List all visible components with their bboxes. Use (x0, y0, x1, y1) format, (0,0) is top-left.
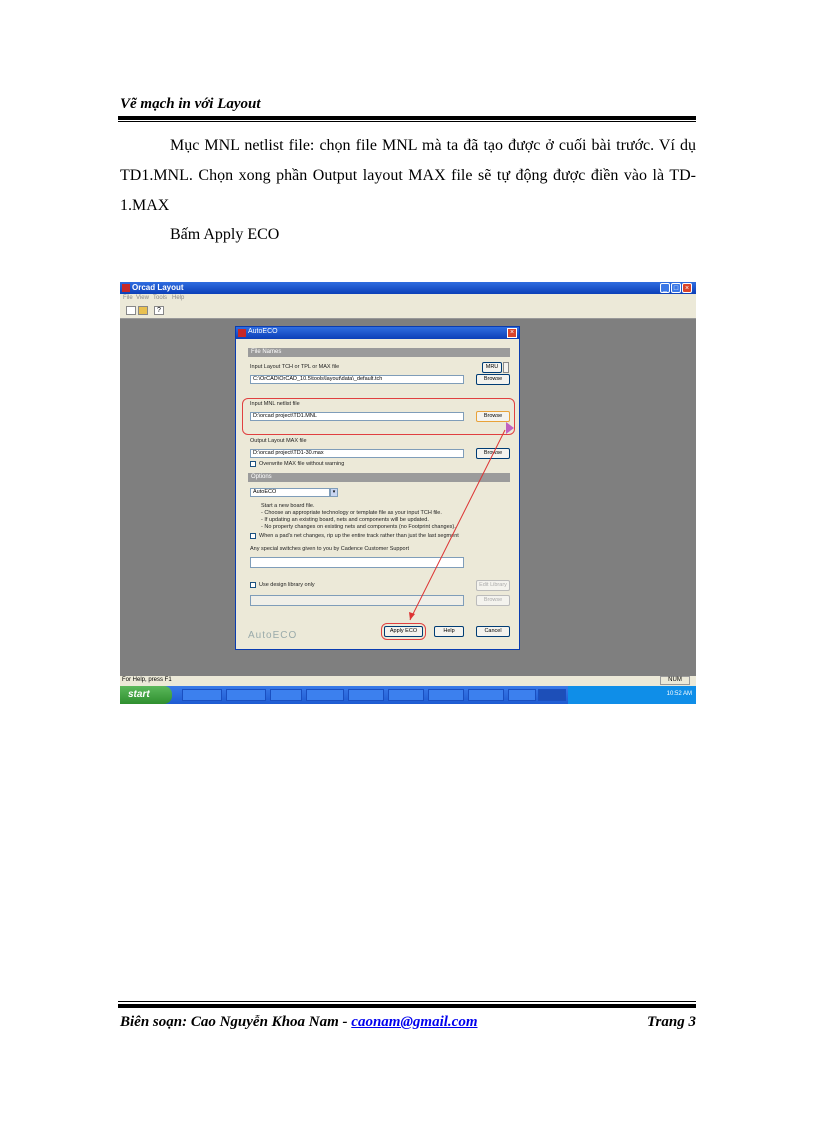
start-button[interactable]: start (120, 686, 172, 704)
page-number: Trang 3 (646, 1014, 696, 1030)
taskbar-item-7[interactable] (468, 689, 504, 701)
arrow-annotation (409, 422, 514, 621)
arrow-line (409, 429, 506, 621)
paragraph-apply-eco: Bấm Apply ECO (170, 226, 280, 243)
author-text: Biên soạn: Cao Nguyễn Khoa Nam - (120, 1014, 352, 1030)
taskbar-item-active[interactable] (538, 689, 566, 701)
taskbar-item-2[interactable] (270, 689, 302, 701)
taskbar-item-1[interactable] (226, 689, 266, 701)
system-tray: 10:52 AM (568, 686, 696, 704)
status-num: NUM (660, 676, 690, 685)
header-rule-thin (118, 121, 696, 122)
author-email-link[interactable]: caonam@gmail.com (351, 1014, 477, 1030)
status-text: For Help, press F1 (122, 677, 172, 683)
taskbar-item-8[interactable] (508, 689, 536, 701)
arrow-head-icon (409, 612, 415, 620)
quick-launch[interactable] (182, 689, 222, 701)
taskbar-item-6[interactable] (428, 689, 464, 701)
footer-author: Biên soạn: Cao Nguyễn Khoa Nam - caonam@… (120, 1014, 478, 1031)
taskbar: start 10:52 AM (120, 686, 696, 704)
cursor-pointer-icon (506, 422, 514, 434)
header-rule (118, 116, 696, 120)
footer-rule-thin (118, 1001, 696, 1002)
taskbar-item-3[interactable] (306, 689, 344, 701)
header-title: Vẽ mạch in với Layout (120, 96, 261, 112)
paragraph-mnl-instructions: Mục MNL netlist file: chọn file MNL mà t… (120, 137, 696, 214)
status-bar: For Help, press F1 NUM (120, 676, 696, 686)
footer-rule (118, 1004, 696, 1008)
clock: 10:52 AM (666, 691, 692, 697)
taskbar-item-5[interactable] (388, 689, 424, 701)
orcad-layout-screenshot: Orcad Layout _ □ × File View Tools Help … (120, 282, 696, 704)
taskbar-item-4[interactable] (348, 689, 384, 701)
